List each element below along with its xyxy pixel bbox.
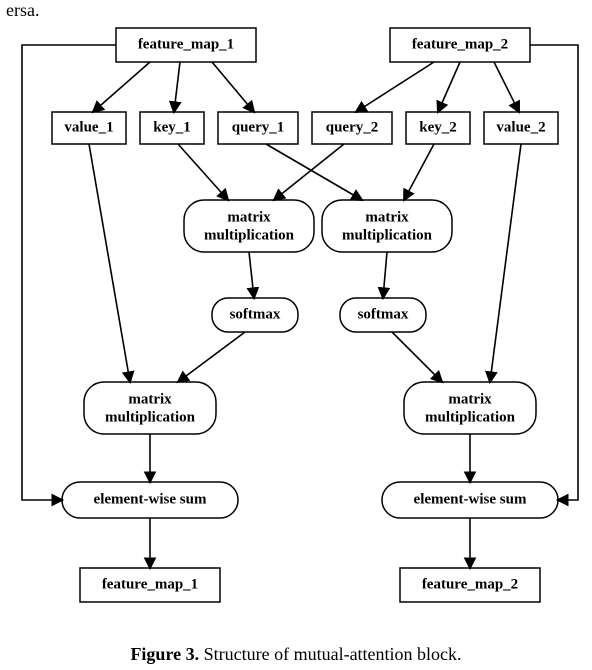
caption-bold: Figure 3. bbox=[130, 644, 199, 664]
node-matmul-bottom-left bbox=[84, 382, 216, 434]
edge bbox=[266, 144, 362, 200]
node-label: multiplication bbox=[105, 409, 196, 425]
edge bbox=[174, 62, 180, 112]
stray-text: ersa. bbox=[6, 0, 39, 20]
node-label: element-wise sum bbox=[414, 491, 527, 507]
edge bbox=[490, 144, 521, 382]
edge bbox=[404, 144, 434, 200]
edge bbox=[383, 252, 387, 298]
node-label: value_2 bbox=[496, 119, 545, 135]
node-label: feature_map_2 bbox=[422, 576, 518, 592]
edge bbox=[212, 62, 254, 112]
edge bbox=[356, 62, 434, 112]
node-label: matrix bbox=[365, 209, 409, 225]
node-label: query_2 bbox=[326, 119, 379, 135]
node-label: key_2 bbox=[419, 119, 457, 135]
node-label: softmax bbox=[358, 306, 409, 322]
node-label: key_1 bbox=[153, 119, 191, 135]
node-label: matrix bbox=[448, 391, 492, 407]
node-label: matrix bbox=[128, 391, 172, 407]
node-label: feature_map_1 bbox=[102, 576, 198, 592]
node-matmul-bottom-right bbox=[404, 382, 536, 434]
node-label: matrix bbox=[227, 209, 271, 225]
edge bbox=[178, 332, 245, 382]
caption-text: Structure of mutual-attention block. bbox=[199, 644, 461, 664]
node-label: feature_map_1 bbox=[138, 36, 234, 52]
edge bbox=[249, 252, 254, 298]
node-label: element-wise sum bbox=[94, 491, 207, 507]
node-label: multiplication bbox=[204, 227, 295, 243]
node-label: multiplication bbox=[425, 409, 516, 425]
node-label: softmax bbox=[230, 306, 281, 322]
node-matmul-top-right bbox=[322, 200, 452, 252]
edge bbox=[178, 144, 228, 200]
edge bbox=[392, 332, 442, 382]
edge bbox=[274, 144, 344, 200]
edge bbox=[494, 62, 519, 112]
edge bbox=[93, 62, 150, 112]
figure-caption: Figure 3. Structure of mutual-attention … bbox=[0, 644, 592, 665]
node-label: feature_map_2 bbox=[412, 36, 508, 52]
edge bbox=[89, 144, 130, 382]
edge bbox=[438, 62, 460, 112]
node-label: query_1 bbox=[232, 119, 285, 135]
node-matmul-top-left bbox=[184, 200, 314, 252]
node-label: multiplication bbox=[342, 227, 433, 243]
node-label: value_1 bbox=[64, 119, 113, 135]
